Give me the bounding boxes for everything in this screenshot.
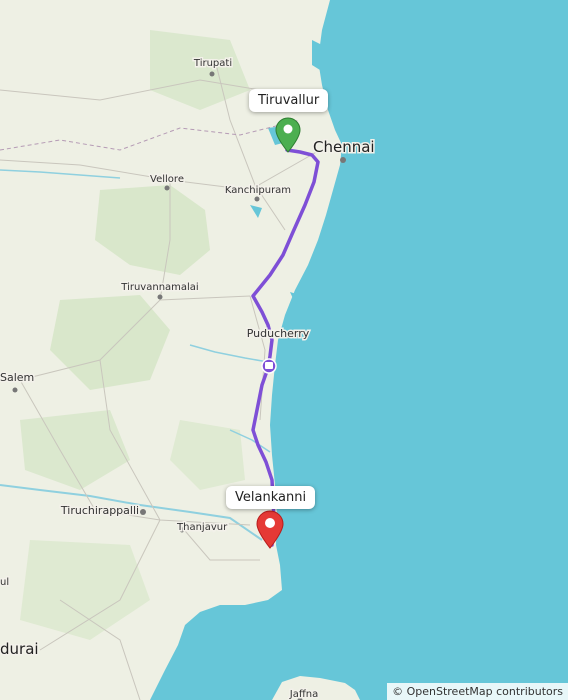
- place-label-salem: Salem: [0, 371, 34, 384]
- place-label-jaffna: Jaffna: [289, 689, 318, 700]
- attribution-text: © OpenStreetMap contributors: [392, 685, 563, 698]
- map-attribution[interactable]: © OpenStreetMap contributors: [387, 683, 568, 700]
- place-label-puducherry: Puducherry: [247, 327, 310, 340]
- end-marker-callout: Velankanni: [226, 486, 316, 509]
- place-label-tiruchirappalli: Tiruchirappalli: [60, 504, 139, 517]
- place-label-edge: ul: [0, 577, 9, 588]
- route-waypoint-icon[interactable]: [261, 358, 277, 374]
- place-label-tirupati: Tirupati: [193, 58, 232, 69]
- end-label: Velankanni: [235, 490, 307, 505]
- place-label-madurai: durai: [0, 640, 39, 658]
- place-label-thanjavur: Thanjavur: [176, 522, 228, 533]
- place-label-chennai: Chennai: [313, 138, 375, 156]
- start-label: Tiruvallur: [258, 93, 320, 108]
- place-label-kanchipuram: Kanchipuram: [225, 185, 291, 196]
- start-marker-callout: Tiruvallur: [249, 89, 329, 112]
- place-label-tiruvannamalai: Tiruvannamalai: [120, 282, 198, 293]
- place-label-vellore: Vellore: [150, 174, 184, 185]
